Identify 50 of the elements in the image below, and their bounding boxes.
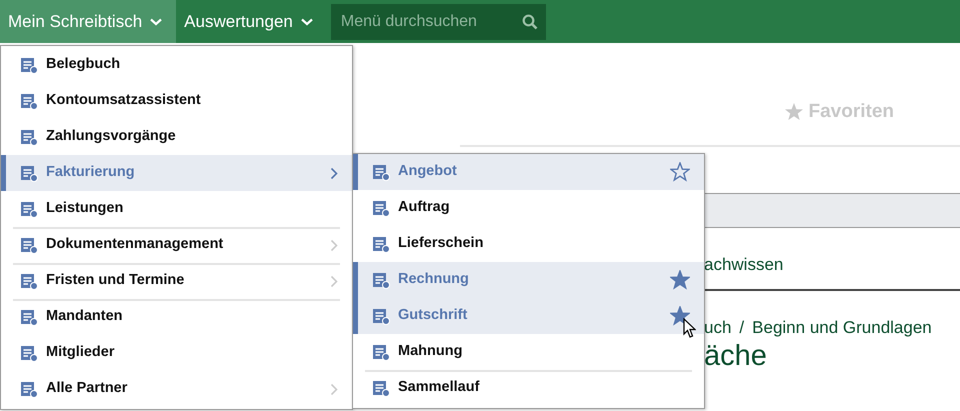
document-icon [20, 236, 38, 254]
breadcrumb-link[interactable]: uch [704, 315, 732, 340]
document-icon [20, 92, 38, 110]
star-icon [784, 102, 804, 122]
document-icon [20, 308, 38, 326]
chevron-right-icon [330, 166, 338, 180]
menu-item[interactable]: Mahnung [353, 334, 704, 370]
cursor-icon [683, 318, 696, 338]
menu-item[interactable]: Gutschrift [353, 298, 704, 334]
search-input[interactable]: Menü durchsuchen [338, 9, 522, 35]
chevron-right-icon [330, 274, 338, 288]
chevron-right-icon [330, 238, 338, 252]
menu-item[interactable]: Leistungen [1, 191, 352, 227]
search-field[interactable]: Menü durchsuchen [330, 4, 546, 40]
document-icon [20, 380, 38, 398]
document-icon [20, 164, 38, 182]
menu-item[interactable]: Rechnung [353, 262, 704, 298]
menu-item[interactable]: Belegbuch [1, 47, 352, 83]
star-icon[interactable] [670, 162, 690, 182]
star-icon[interactable] [670, 270, 690, 290]
menu-item[interactable]: Alle Partner [1, 371, 352, 407]
chevron-down-icon [300, 18, 313, 26]
menu-item[interactable]: Auftrag [353, 190, 704, 226]
document-icon [20, 128, 38, 146]
menu-item[interactable]: Zahlungsvorgänge [1, 119, 352, 155]
document-icon [20, 56, 38, 74]
chevron-right-icon [330, 382, 338, 396]
search-icon[interactable] [522, 14, 538, 30]
menu-tab[interactable]: Mein Schreibtisch [0, 0, 176, 43]
document-icon [20, 200, 38, 218]
document-icon [372, 235, 390, 253]
menu-item[interactable]: Lieferschein [353, 226, 704, 262]
menu-item[interactable]: Angebot [353, 154, 704, 190]
document-icon [372, 379, 390, 397]
document-icon [372, 271, 390, 289]
document-icon [372, 343, 390, 361]
chevron-down-icon [150, 18, 162, 26]
page-heading: äche [704, 340, 767, 372]
menu-item[interactable]: Kontoumsatzassistent [1, 83, 352, 119]
document-icon [372, 307, 390, 325]
menu-item[interactable]: Fakturierung [1, 155, 352, 191]
document-icon [20, 272, 38, 290]
menu-item[interactable]: Mitglieder [1, 335, 352, 371]
document-icon [372, 199, 390, 217]
document-icon [372, 163, 390, 181]
star-icon[interactable] [670, 306, 690, 326]
breadcrumb-link[interactable]: Beginn und Grundlagen [752, 315, 932, 340]
document-icon [20, 344, 38, 362]
breadcrumb-separator: / [739, 317, 744, 339]
link-text[interactable]: achwissen [704, 255, 784, 274]
